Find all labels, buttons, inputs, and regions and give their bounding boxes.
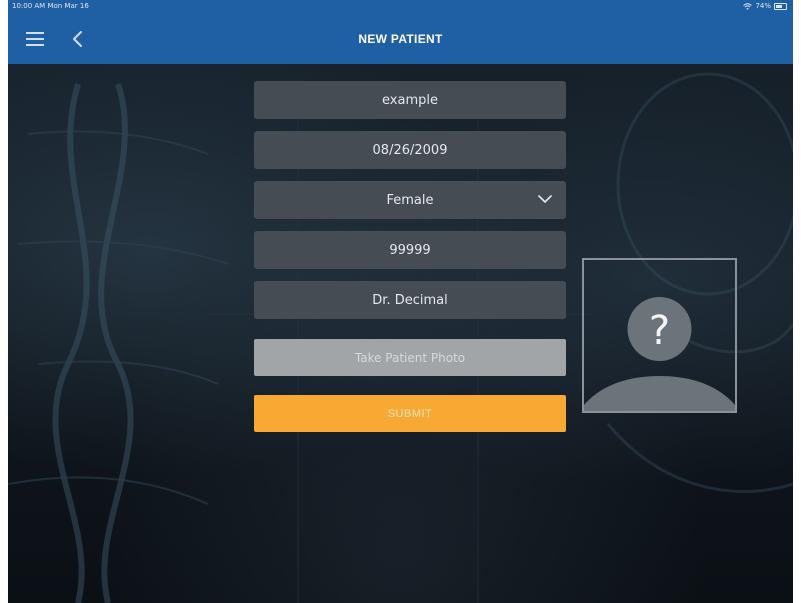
zip-code-value: 99999: [389, 242, 431, 258]
patient-name-field[interactable]: example: [254, 81, 566, 119]
app-window: 10:00 AM Mon Mar 16 74% NEW PATIENT exam…: [8, 0, 793, 603]
main-content: example 08/26/2009 Female 99999 Dr. Deci…: [8, 64, 793, 603]
chevron-down-icon: [538, 195, 552, 203]
avatar-question-mark: ?: [649, 308, 670, 354]
person-placeholder-icon: ?: [584, 297, 735, 411]
status-bar: 10:00 AM Mon Mar 16 74%: [8, 0, 793, 14]
battery-percent: 74%: [755, 2, 771, 10]
wifi-icon: [743, 2, 753, 10]
date-of-birth-field[interactable]: 08/26/2009: [254, 131, 566, 169]
zip-code-field[interactable]: 99999: [254, 231, 566, 269]
sex-select[interactable]: Female: [254, 181, 566, 219]
doctor-value: Dr. Decimal: [372, 292, 448, 308]
battery-icon: [774, 2, 787, 10]
nav-bar: NEW PATIENT: [8, 14, 793, 64]
patient-name-value: example: [382, 92, 438, 108]
take-patient-photo-button[interactable]: Take Patient Photo: [254, 339, 566, 376]
status-indicators: 74%: [743, 2, 787, 10]
sex-select-value: Female: [386, 192, 434, 208]
doctor-field[interactable]: Dr. Decimal: [254, 281, 566, 319]
patient-photo-placeholder[interactable]: ?: [582, 258, 737, 413]
status-time: 10:00 AM Mon Mar 16: [12, 2, 89, 10]
date-of-birth-value: 08/26/2009: [372, 142, 448, 158]
page-title: NEW PATIENT: [358, 32, 443, 46]
submit-button[interactable]: SUBMIT: [254, 395, 566, 432]
